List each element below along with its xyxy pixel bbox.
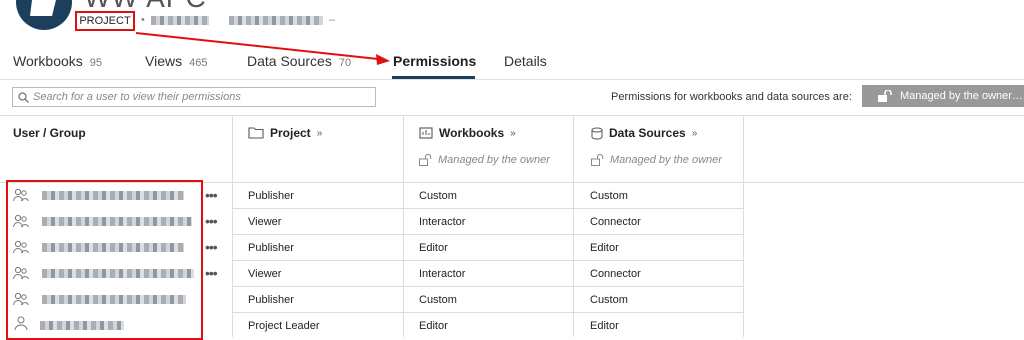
user-search-input[interactable]: Search for a user to view their permissi… [12, 87, 376, 107]
tab-workbooks[interactable]: Workbooks 95 [13, 53, 102, 69]
data-sources-permission: Connector [590, 216, 641, 228]
row-divider [232, 234, 744, 235]
project-permission[interactable]: Viewer [248, 216, 281, 228]
tab-count: 95 [89, 57, 103, 69]
tab-details[interactable]: Details [504, 53, 547, 69]
owner-trailing: – [328, 14, 335, 26]
workbooks-permission: Editor [419, 320, 448, 332]
workbook-icon [419, 127, 433, 139]
row-divider [232, 312, 744, 313]
search-placeholder: Search for a user to view their permissi… [33, 91, 241, 103]
tab-count: 465 [189, 57, 208, 69]
tab-label: Permissions [393, 53, 477, 69]
managed-note-text: Managed by the owner [438, 154, 550, 166]
data-sources-permission: Custom [590, 190, 628, 202]
header-workbooks-label: Workbooks [439, 126, 505, 140]
row-divider [232, 208, 744, 209]
project-icon [16, 0, 72, 30]
workbooks-permission: Interactor [419, 216, 466, 228]
database-icon [591, 127, 603, 139]
workbooks-permission: Interactor [419, 268, 466, 280]
project-permission[interactable]: Publisher [248, 294, 294, 306]
owner-separator: • [141, 14, 145, 26]
data-sources-permission: Custom [590, 294, 628, 306]
unlock-icon [419, 154, 432, 166]
project-permission[interactable]: Viewer [248, 268, 281, 280]
project-type-badge: PROJECT [75, 11, 135, 31]
row-menu-button[interactable]: ••• [205, 187, 218, 203]
redacted-owner-name [150, 15, 209, 25]
permissions-mode-value: Managed by the owner… [900, 90, 1023, 102]
data-sources-managed-note: Managed by the owner [591, 154, 722, 166]
tab-count: 70 [338, 57, 352, 69]
workbooks-permission: Custom [419, 294, 457, 306]
project-permission[interactable]: Publisher [248, 190, 294, 202]
tabs-divider [0, 79, 1024, 80]
header-workbooks[interactable]: Workbooks » [419, 126, 516, 140]
tab-label: Data Sources [247, 53, 332, 69]
tab-label: Views [145, 53, 183, 69]
row-menu-button[interactable]: ••• [205, 265, 218, 281]
folder-icon [248, 127, 264, 139]
redacted-owner-detail [228, 15, 323, 25]
permissions-mode-label: Permissions for workbooks and data sourc… [611, 91, 852, 103]
expand-arrow-icon[interactable]: » [317, 128, 323, 139]
column-divider [403, 115, 404, 337]
header-project[interactable]: Project » [248, 126, 322, 140]
project-permission[interactable]: Project Leader [248, 320, 320, 332]
workbooks-managed-note: Managed by the owner [419, 154, 550, 166]
tab-views[interactable]: Views 465 [145, 53, 207, 69]
header-user-group: User / Group [13, 126, 86, 140]
column-divider [232, 115, 233, 337]
column-divider [743, 115, 744, 337]
data-sources-permission: Connector [590, 268, 641, 280]
unlock-icon [591, 154, 604, 166]
project-owner: • – [141, 14, 335, 26]
project-permission[interactable]: Publisher [248, 242, 294, 254]
annotation-highlight-box [6, 180, 203, 340]
permissions-mode-button[interactable]: Managed by the owner… [862, 85, 1024, 107]
column-divider [573, 115, 574, 337]
expand-arrow-icon[interactable]: » [510, 128, 516, 139]
row-divider [232, 260, 744, 261]
unlock-icon [878, 90, 892, 102]
header-project-label: Project [270, 126, 311, 140]
row-divider [232, 286, 744, 287]
expand-arrow-icon[interactable]: » [692, 128, 698, 139]
workbooks-permission: Custom [419, 190, 457, 202]
managed-note-text: Managed by the owner [610, 154, 722, 166]
data-sources-permission: Editor [590, 320, 619, 332]
header-data-sources[interactable]: Data Sources » [591, 126, 697, 140]
tab-label: Workbooks [13, 53, 83, 69]
tab-bar: Workbooks 95 Views 465 Data Sources 70 Perm… [0, 50, 1024, 76]
data-sources-permission: Editor [590, 242, 619, 254]
tab-permissions[interactable]: Permissions [393, 53, 476, 69]
tab-label: Details [504, 53, 547, 69]
workbooks-permission: Editor [419, 242, 448, 254]
row-menu-button[interactable]: ••• [205, 213, 218, 229]
header-data-sources-label: Data Sources [609, 126, 686, 140]
row-menu-button[interactable]: ••• [205, 239, 218, 255]
table-top-border [0, 115, 1024, 116]
tab-data-sources[interactable]: Data Sources 70 [247, 53, 351, 69]
search-icon [18, 92, 29, 103]
folder-icon [30, 0, 56, 16]
